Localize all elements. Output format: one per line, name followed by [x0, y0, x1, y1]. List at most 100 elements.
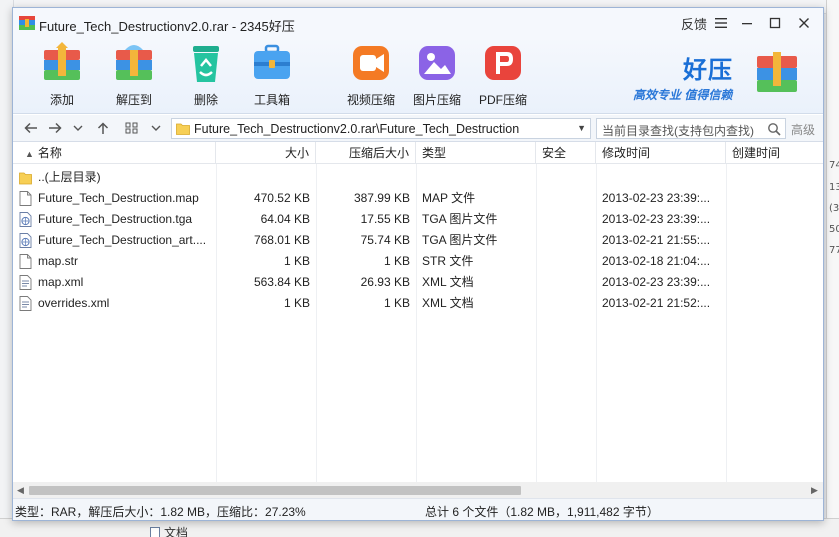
pdf-compress-button[interactable]: PDF压缩: [470, 40, 536, 110]
image-compress-button[interactable]: 图片压缩: [404, 40, 470, 110]
file-packed-size: 17.55 KB: [360, 212, 410, 226]
file-icon: [19, 254, 32, 269]
table-row[interactable]: map.xml 563.84 KB 26.93 KB XML 文档 2013-0…: [13, 272, 823, 293]
file-name: map.str: [38, 254, 79, 268]
minimize-button[interactable]: [735, 12, 759, 34]
window-title: Future_Tech_Destructionv2.0.rar - 2345好压: [39, 19, 295, 34]
file-type: TGA 图片文件: [422, 212, 498, 226]
file-type: XML 文档: [422, 296, 474, 310]
extract-box-icon: [116, 45, 152, 80]
table-row-parent[interactable]: ..(上层目录): [13, 167, 823, 188]
file-size: 563.84 KB: [253, 275, 310, 289]
file-modified: 2013-02-23 23:39:...: [602, 191, 711, 205]
column-name-header[interactable]: ▲ 名称: [13, 142, 216, 164]
video-compress-button[interactable]: 视频压缩: [338, 40, 404, 110]
maximize-button[interactable]: [763, 12, 787, 34]
file-size: 64.04 KB: [260, 212, 310, 226]
column-name-label: 名称: [37, 146, 62, 160]
app-logo-icon: [19, 16, 35, 30]
sort-arrow-icon: ▲: [25, 149, 34, 159]
file-name: map.xml: [38, 275, 84, 289]
brand-logo: 好压 高效专业 值得信赖: [625, 42, 815, 108]
column-packed-header[interactable]: 压缩后大小: [316, 142, 416, 164]
column-security-header[interactable]: 安全: [536, 142, 596, 164]
table-row[interactable]: Future_Tech_Destruction.map 470.52 KB 38…: [13, 188, 823, 209]
search-input[interactable]: 当前目录查找(支持包内查找): [596, 118, 786, 139]
column-size-header[interactable]: 大小: [216, 142, 316, 164]
extract-to-label: 解压到: [115, 93, 152, 107]
extract-to-button[interactable]: 解压到: [101, 40, 167, 110]
pdf-compress-icon: [485, 46, 521, 80]
video-compress-icon: [353, 46, 389, 80]
toolbox-icon: [254, 44, 290, 79]
file-type: TGA 图片文件: [422, 233, 498, 247]
image-compress-icon: [419, 46, 455, 80]
background-right-panel: 74 13 (32 50 77: [826, 0, 839, 537]
advanced-search-button[interactable]: 高级: [791, 121, 815, 138]
add-label: 添加: [49, 93, 74, 107]
toolbox-button[interactable]: 工具箱: [239, 40, 305, 110]
main-toolbar: 添加 解压到 删除 工具箱 视频压缩 图片压缩 PDF压缩 好压 高效专业 值得…: [13, 38, 823, 114]
minimize-icon: [742, 23, 752, 25]
table-row[interactable]: Future_Tech_Destruction.tga 64.04 KB 17.…: [13, 209, 823, 230]
file-name: Future_Tech_Destruction.tga: [38, 212, 193, 226]
scrollbar-thumb[interactable]: [29, 486, 521, 495]
file-name: overrides.xml: [38, 296, 110, 310]
file-modified: 2013-02-21 21:52:...: [602, 296, 711, 310]
xml-file-icon: [19, 275, 32, 290]
close-icon: [799, 18, 809, 28]
column-created-header[interactable]: 创建时间: [726, 142, 823, 164]
search-icon[interactable]: [767, 122, 781, 136]
file-size: 1 KB: [283, 254, 310, 268]
background-number: 77: [829, 245, 839, 256]
maximize-icon: [769, 17, 781, 29]
file-type: STR 文件: [422, 254, 474, 268]
arrow-left-icon: [24, 122, 37, 134]
background-number: 50: [829, 224, 839, 235]
brand-name: 好压: [683, 57, 733, 84]
hamburger-icon: [715, 18, 727, 28]
file-packed-size: 26.93 KB: [360, 275, 410, 289]
add-button[interactable]: 添加: [29, 40, 95, 110]
table-row[interactable]: map.str 1 KB 1 KB STR 文件 2013-02-18 21:0…: [13, 251, 823, 272]
path-field[interactable]: Future_Tech_Destructionv2.0.rar\Future_T…: [171, 118, 591, 139]
document-icon: [150, 526, 160, 537]
scroll-left-arrow[interactable]: ◀: [17, 485, 24, 496]
add-box-icon: [44, 42, 80, 80]
background-number: 13: [829, 182, 839, 193]
forward-button[interactable]: [47, 119, 63, 137]
menu-button[interactable]: [710, 12, 732, 34]
file-type: XML 文档: [422, 275, 474, 289]
view-mode-dropdown[interactable]: [149, 119, 163, 137]
table-row[interactable]: Future_Tech_Destruction_art.... 768.01 K…: [13, 230, 823, 251]
current-path: Future_Tech_Destructionv2.0.rar\Future_T…: [194, 122, 520, 136]
total-files-info: 总计 6 个文件（1.82 MB，1,911,482 字节）: [425, 505, 659, 519]
background-doc-label: 文档: [164, 526, 189, 537]
video-compress-label: 视频压缩: [346, 93, 395, 107]
close-button[interactable]: [791, 12, 817, 34]
status-bar: 类型：RAR，解压后大小：1.82 MB，压缩比：27.23% 总计 6 个文件…: [13, 498, 823, 520]
column-type-header[interactable]: 类型: [416, 142, 536, 164]
file-packed-size: 1 KB: [383, 254, 410, 268]
feedback-button[interactable]: 反馈: [679, 12, 709, 34]
brand-slogan: 高效专业 值得信赖: [633, 88, 733, 102]
back-button[interactable]: [23, 119, 39, 137]
horizontal-scrollbar[interactable]: ◀ ▶: [13, 482, 823, 498]
view-mode-button[interactable]: [123, 119, 141, 137]
column-modified-header[interactable]: 修改时间: [596, 142, 726, 164]
address-bar: Future_Tech_Destructionv2.0.rar\Future_T…: [13, 115, 823, 142]
delete-label: 删除: [193, 93, 218, 107]
image-file-icon: [19, 212, 32, 227]
file-modified: 2013-02-23 23:39:...: [602, 212, 711, 226]
path-dropdown-arrow[interactable]: ▼: [577, 123, 586, 133]
history-dropdown[interactable]: [71, 119, 85, 137]
file-icon: [19, 191, 32, 206]
up-button[interactable]: [95, 119, 111, 137]
scroll-right-arrow[interactable]: ▶: [811, 485, 818, 496]
background-doc-item[interactable]: 文档: [150, 524, 188, 537]
delete-button[interactable]: 删除: [173, 40, 239, 110]
file-size: 1 KB: [283, 296, 310, 310]
file-name: Future_Tech_Destruction.map: [38, 191, 199, 205]
table-row[interactable]: overrides.xml 1 KB 1 KB XML 文档 2013-02-2…: [13, 293, 823, 314]
chevron-down-icon: [151, 125, 161, 131]
